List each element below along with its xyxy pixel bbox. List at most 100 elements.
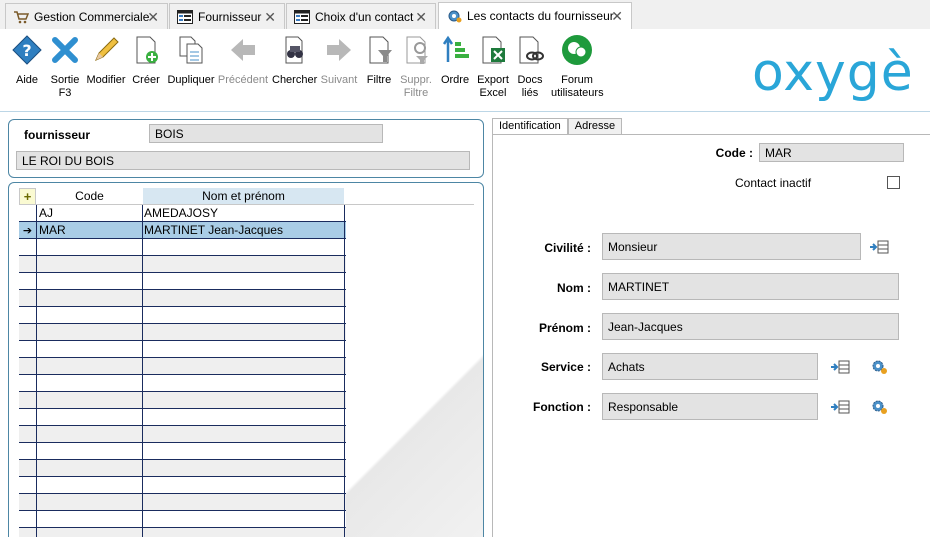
supplier-label: fournisseur [24,128,91,142]
sortie-button[interactable]: Sortie F3 [46,34,84,100]
supplier-code-field[interactable]: BOIS [149,124,383,143]
code-field[interactable]: MAR [759,143,904,162]
row-code: AJ [37,205,143,221]
table-row[interactable] [19,307,346,324]
oxygene-logo: oxygè [752,43,914,103]
table-row[interactable] [19,460,346,477]
table-row[interactable] [19,392,346,409]
settings-gear-icon[interactable] [870,359,890,375]
remove-filter-icon [406,36,428,64]
forum-chat-icon [562,35,592,65]
close-icon[interactable]: ✕ [611,8,623,25]
close-x-icon [52,37,78,63]
list-picker-icon[interactable] [869,239,889,255]
suppr-filtre-button[interactable]: Suppr. Filtre [398,34,434,100]
grid-background-decoration [346,248,483,537]
table-row[interactable] [19,290,346,307]
row-arrow-icon: ➔ [19,222,37,238]
new-document-icon [136,36,158,64]
table-row[interactable] [19,511,346,528]
list-picker-icon[interactable] [830,359,850,375]
contact-inactif-label: Contact inactif [735,176,812,190]
tab-label: Fournisseur [198,9,262,24]
table-row[interactable] [19,426,346,443]
tab-identification[interactable]: Identification [492,118,568,135]
service-label: Service : [540,360,591,374]
identification-panel: Code : MAR Contact inactif Civilité : Mo… [492,134,930,537]
table-row[interactable] [19,341,346,358]
contacts-grid-panel: + Code Nom et prénom AJ AMEDAJOSY ➔ MAR … [8,182,484,537]
table-row[interactable] [19,494,346,511]
table-row[interactable] [19,375,346,392]
dupliquer-button[interactable]: Dupliquer [167,34,215,87]
tab-gestion-commerciale[interactable]: Gestion Commerciale ✕ [5,3,168,29]
sort-order-icon [442,35,469,62]
table-row[interactable] [19,443,346,460]
settings-gear-icon[interactable] [870,399,890,415]
content-area: fournisseur BOIS LE ROI DU BOIS + Code N… [0,112,930,537]
chercher-button[interactable]: Chercher [272,34,317,87]
table-row[interactable] [19,256,346,273]
window-icon [177,9,193,24]
help-icon: ? [12,35,42,65]
table-row[interactable] [19,409,346,426]
modifier-button[interactable]: Modifier [86,34,126,87]
tab-contacts-fournisseur[interactable]: Les contacts du fournisseur ✕ [438,2,632,29]
table-row-selected[interactable]: ➔ MAR MARTINET Jean-Jacques [19,222,346,239]
fonction-field[interactable]: Responsable [602,393,818,420]
column-header-code[interactable]: Code [36,188,143,205]
prenom-field[interactable]: Jean-Jacques [602,313,899,340]
close-icon[interactable]: ✕ [415,9,427,26]
arrow-right-icon [327,39,351,61]
pencil-icon [95,37,119,61]
creer-button[interactable]: Créer [130,34,162,87]
grid-body: AJ AMEDAJOSY ➔ MAR MARTINET Jean-Jacques [19,205,346,537]
table-row[interactable] [19,528,346,537]
row-nom: AMEDAJOSY [143,205,345,221]
tab-adresse[interactable]: Adresse [567,118,623,135]
table-row[interactable] [19,324,346,341]
column-header-nom[interactable]: Nom et prénom [143,188,344,205]
list-picker-icon[interactable] [830,399,850,415]
civilite-field[interactable]: Monsieur [602,233,861,260]
table-row[interactable] [19,239,346,256]
table-row[interactable]: AJ AMEDAJOSY [19,205,346,222]
supplier-name-field[interactable]: LE ROI DU BOIS [16,151,470,170]
row-nom: MARTINET Jean-Jacques [143,222,345,238]
precedent-button[interactable]: Précédent [217,34,269,87]
table-row[interactable] [19,273,346,290]
filtre-button[interactable]: Filtre [364,34,394,87]
nom-label: Nom : [557,281,591,295]
table-row[interactable] [19,358,346,375]
export-excel-button[interactable]: Export Excel [476,34,510,100]
close-icon[interactable]: ✕ [264,9,276,26]
contact-inactif-checkbox[interactable] [887,176,900,189]
gear-icon [448,10,462,23]
grid-header: + Code Nom et prénom [19,188,474,205]
cart-icon [14,10,29,23]
tab-fournisseur[interactable]: Fournisseur ✕ [169,3,285,29]
ordre-button[interactable]: Ordre [440,34,470,87]
duplicate-icon [179,36,203,64]
toolbar: ? Aide Sortie F3 Modifier Créer Duplique… [0,29,930,112]
service-field[interactable]: Achats [602,353,818,380]
form-tabs: Identification Adresse [492,118,623,135]
suivant-button[interactable]: Suivant [320,34,358,87]
add-column-icon[interactable]: + [19,188,36,205]
tab-label: Les contacts du fournisseur [467,9,614,23]
tab-label: Gestion Commerciale [34,9,150,24]
forum-utilisateurs-button[interactable]: Forum utilisateurs [551,34,604,100]
row-marker [19,205,37,221]
table-row[interactable] [19,477,346,494]
prenom-label: Prénom : [538,321,591,335]
docs-lies-button[interactable]: Docs liés [515,34,545,100]
code-label: Code : [715,146,753,160]
nom-field[interactable]: MARTINET [602,273,899,300]
supplier-panel: fournisseur BOIS LE ROI DU BOIS [8,119,484,178]
window-icon [294,9,310,24]
tab-choix-contact[interactable]: Choix d'un contact ✕ [286,3,436,29]
column-header-empty [344,188,474,205]
filter-icon [369,36,392,64]
aide-button[interactable]: ? Aide [10,34,44,87]
close-icon[interactable]: ✕ [147,9,159,26]
